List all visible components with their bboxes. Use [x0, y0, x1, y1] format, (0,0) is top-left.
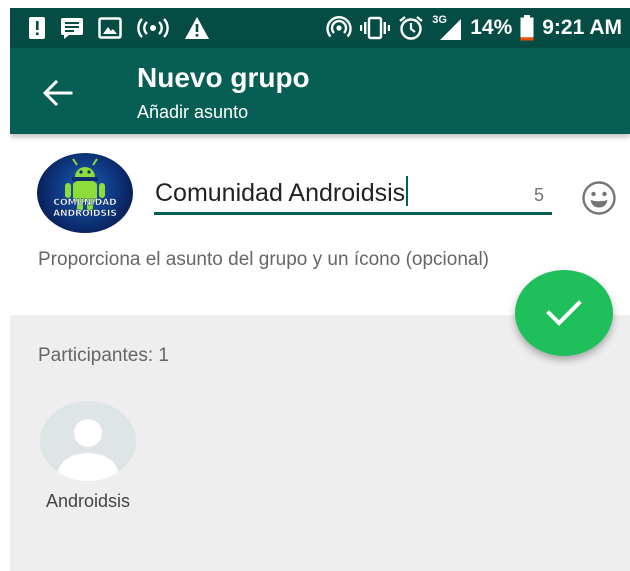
arrow-left-icon	[43, 80, 73, 106]
network-type-label: 3G	[432, 14, 447, 26]
back-button[interactable]	[38, 73, 78, 113]
alarm-icon	[398, 15, 424, 41]
hotspot-icon	[326, 16, 352, 40]
text-cursor	[406, 176, 409, 207]
image-icon	[98, 17, 122, 39]
status-time: 9:21 AM	[542, 16, 622, 39]
warning-icon	[184, 16, 210, 40]
char-counter: 5	[533, 185, 544, 205]
avatar-text-line1: COMUNIDAD	[53, 198, 116, 208]
subject-hint: Proporciona el asunto del grupo y un íco…	[38, 249, 490, 270]
notification-alert-icon	[28, 16, 46, 40]
vibrate-icon	[360, 16, 391, 40]
status-bar-right: 3G 14% 9:21 AM	[326, 8, 622, 48]
subject-text-wrap: Comunidad Androidsis	[155, 176, 409, 209]
smiley-icon	[582, 181, 616, 215]
battery-percent: 14%	[470, 16, 513, 39]
emoji-button[interactable]	[581, 180, 617, 216]
battery-icon	[520, 15, 534, 41]
subject-value: Comunidad Androidsis	[155, 179, 406, 207]
participants-section: Participantes: 1 Androidsis	[10, 315, 630, 571]
check-icon	[546, 300, 582, 326]
android-logo-icon: COMUNIDAD ANDROIDSIS	[53, 158, 117, 219]
default-avatar-icon	[40, 401, 136, 481]
broadcast-icon	[136, 17, 170, 39]
status-bar: 3G 14% 9:21 AM	[10, 8, 630, 48]
signal-3g-icon: 3G	[432, 14, 462, 41]
confirm-fab-button[interactable]	[515, 270, 613, 356]
group-subject-input[interactable]: Comunidad Androidsis 5	[154, 171, 552, 215]
participant-name: Androidsis	[45, 491, 131, 511]
toolbar: Nuevo grupo Añadir asunto	[10, 48, 630, 134]
group-icon-picker[interactable]: COMUNIDAD ANDROIDSIS	[37, 153, 133, 233]
screen: 3G 14% 9:21 AM Nuevo grupo Añadir asunto	[10, 8, 630, 571]
page-subtitle: Añadir asunto	[137, 102, 249, 122]
message-icon	[60, 17, 84, 39]
participants-label: Participantes: 1	[38, 345, 169, 366]
status-bar-left	[28, 8, 210, 48]
page-title: Nuevo grupo	[137, 62, 310, 93]
avatar-text-line2: ANDROIDSIS	[53, 209, 117, 219]
